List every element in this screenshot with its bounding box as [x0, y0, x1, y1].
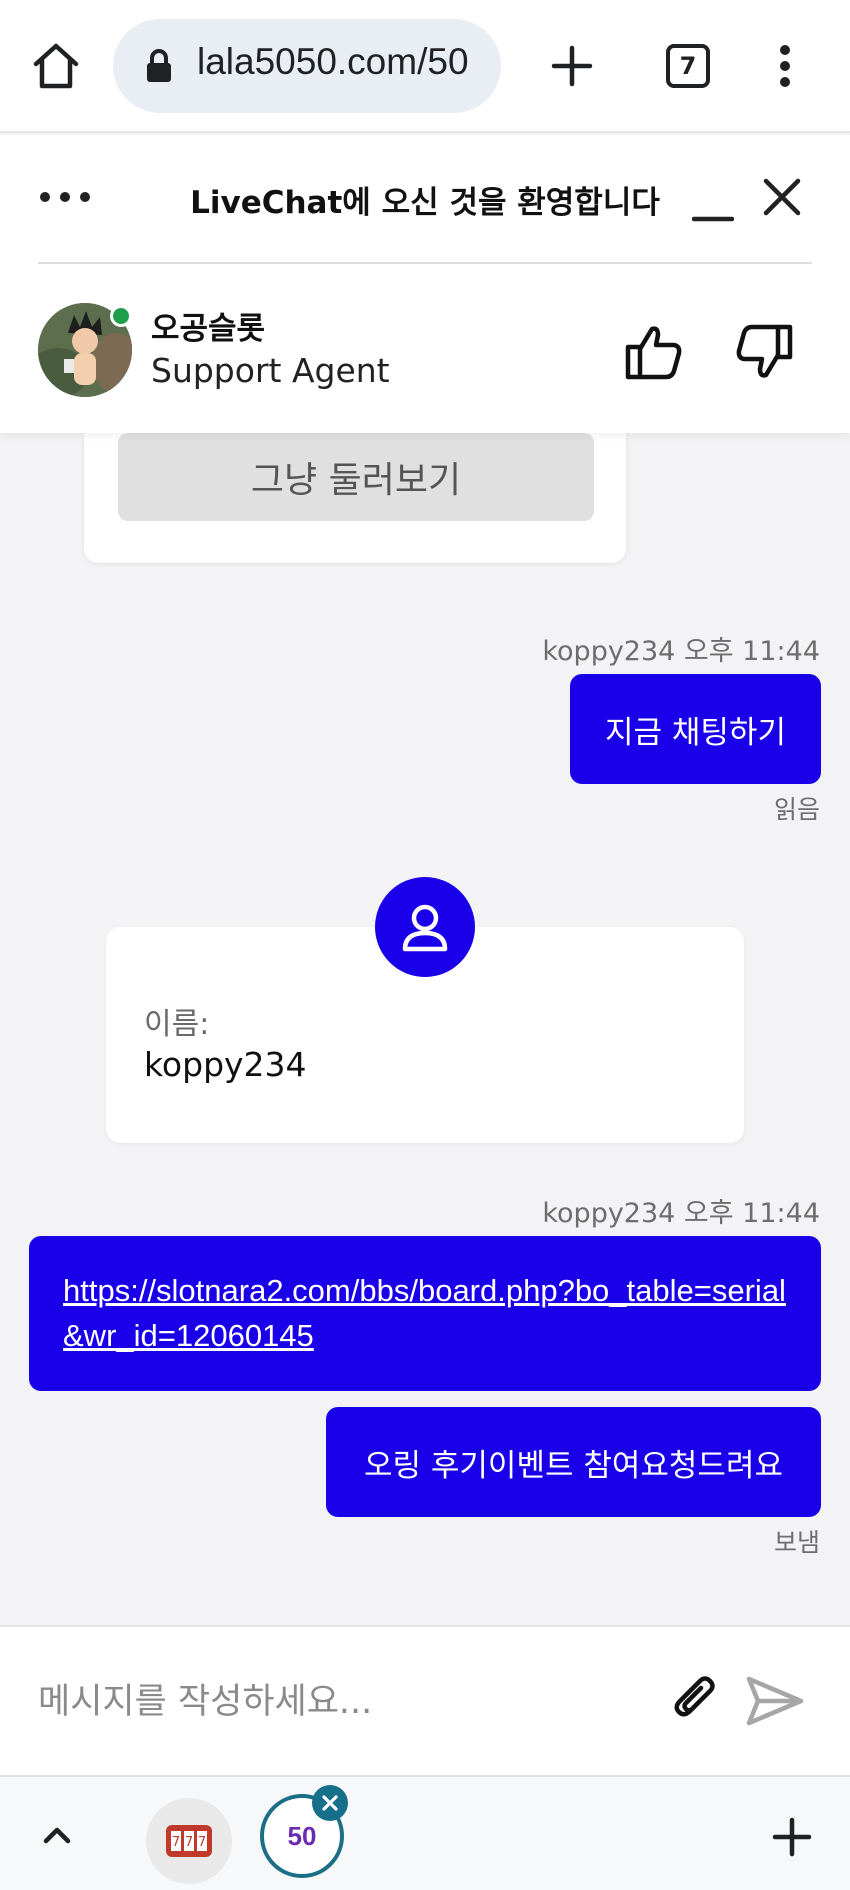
svg-text:7: 7 [198, 1835, 206, 1850]
message-text: 오링 후기이벤트 참여요청드려요 [364, 1447, 783, 1484]
sent-status: 보냄 [773, 1528, 820, 1557]
form-value: koppy234 [144, 1045, 307, 1084]
message-bubble: 오링 후기이벤트 참여요청드려요 [326, 1407, 821, 1517]
home-icon[interactable] [30, 40, 82, 92]
thumbs-up-icon[interactable] [624, 323, 684, 381]
add-icon[interactable] [772, 1817, 812, 1857]
message-bubble: 지금 채팅하기 [570, 674, 821, 784]
chat-messages: 그냥 둘러보기 koppy234 오후 11:44 지금 채팅하기 읽음 이름:… [0, 433, 850, 1625]
minimize-icon[interactable] [691, 195, 735, 225]
svg-text:7: 7 [185, 1835, 193, 1850]
send-icon[interactable] [746, 1675, 804, 1727]
message-input[interactable] [38, 1672, 638, 1732]
divider [38, 262, 812, 264]
agent-info: 오공슬롯 Support Agent [0, 265, 850, 433]
message-composer [0, 1625, 850, 1775]
message-text: 지금 채팅하기 [605, 714, 786, 751]
chat-header: LiveChat에 오신 것을 환영합니다 오공슬롯 Support Agent [0, 135, 850, 433]
chat-title-row: LiveChat에 오신 것을 환영합니다 [0, 135, 850, 265]
browser-toolbar: lala5050.com/50 7 [0, 0, 850, 133]
lock-icon [145, 49, 173, 83]
user-icon [375, 877, 475, 977]
browse-button[interactable]: 그냥 둘러보기 [118, 433, 594, 521]
read-status: 읽음 [773, 795, 820, 824]
agent-name: 오공슬롯 [151, 311, 266, 347]
paperclip-icon[interactable] [668, 1673, 722, 1727]
message-meta: koppy234 오후 11:44 [542, 636, 820, 667]
message-bubble: https://slotnara2.com/bbs/board.php?bo_t… [29, 1236, 821, 1391]
new-tab-icon[interactable] [550, 44, 594, 88]
tab-count: 7 [679, 52, 697, 80]
close-tab-icon[interactable] [312, 1785, 348, 1821]
message-link[interactable]: https://slotnara2.com/bbs/board.php?bo_t… [63, 1273, 786, 1353]
online-status-dot [110, 305, 132, 327]
form-label: 이름: [144, 1007, 210, 1042]
slot-machine-icon[interactable]: 777 [146, 1798, 232, 1884]
site-tab-label: 50 [287, 1820, 317, 1851]
url-text: lala5050.com/50 [197, 41, 469, 82]
agent-role: Support Agent [151, 351, 390, 390]
tab-switcher-button[interactable]: 7 [666, 44, 710, 88]
thumbs-down-icon[interactable] [734, 323, 794, 381]
message-meta: koppy234 오후 11:44 [542, 1198, 820, 1229]
address-bar[interactable]: lala5050.com/50 [113, 19, 501, 113]
close-icon[interactable] [762, 177, 802, 217]
bottom-tab-strip: 777 50 [0, 1775, 850, 1890]
more-vert-icon[interactable] [770, 44, 800, 88]
quick-reply-card: 그냥 둘러보기 [84, 433, 626, 563]
chevron-up-icon[interactable] [40, 1819, 74, 1853]
svg-text:7: 7 [172, 1835, 180, 1850]
